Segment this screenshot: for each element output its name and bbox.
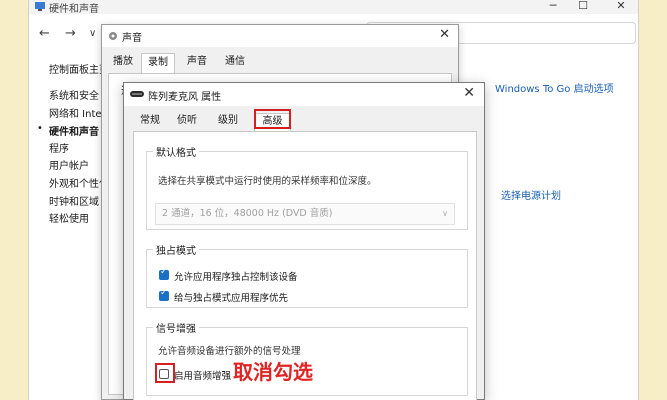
recent-dropdown-icon[interactable]: ∨ bbox=[89, 28, 96, 39]
format-select[interactable]: 2 通道，16 位，48000 Hz (DVD 音质) ∨ bbox=[155, 203, 455, 225]
checkbox-highlight-box bbox=[155, 363, 175, 383]
back-arrow-icon[interactable]: ← bbox=[39, 26, 50, 41]
advanced-tab-highlight-box bbox=[254, 109, 291, 129]
sidebar-item-clock-region[interactable]: 时钟和区域 bbox=[49, 193, 99, 208]
selected-bullet-icon: • bbox=[37, 123, 43, 134]
forward-arrow-icon[interactable]: → bbox=[65, 26, 76, 41]
tab-recording[interactable]: 录制 bbox=[141, 53, 175, 73]
sidebar-item-user-accounts[interactable]: 用户帐户 bbox=[49, 157, 89, 172]
control-panel-title: 硬件和声音 bbox=[49, 4, 99, 15]
allow-exclusive-control-label: 允许应用程序独占控制该设备 bbox=[174, 272, 298, 283]
tab-listen[interactable]: 侦听 bbox=[170, 113, 204, 131]
speaker-icon bbox=[109, 32, 117, 40]
tab-levels[interactable]: 级别 bbox=[211, 113, 245, 131]
signal-enhancement-description: 允许音频设备进行额外的信号处理 bbox=[158, 346, 301, 357]
tab-sounds[interactable]: 声音 bbox=[180, 53, 214, 73]
microphone-icon bbox=[130, 91, 144, 97]
enable-audio-enhancement-label: 启用音频增强 bbox=[174, 371, 232, 382]
sidebar-item-home[interactable]: 控制面板主页 bbox=[49, 61, 109, 76]
signal-enhancement-legend: 信号增强 bbox=[156, 324, 196, 335]
sidebar-item-hardware-sound[interactable]: 硬件和声音 bbox=[49, 123, 99, 138]
exclusive-mode-legend: 独占模式 bbox=[156, 246, 196, 257]
default-format-group: 默认格式 选择在共享模式中运行时使用的采样频率和位深度。 2 通道，16 位，4… bbox=[146, 144, 468, 230]
sound-dialog-title: 声音 bbox=[122, 33, 142, 44]
microphone-properties-dialog: 阵列麦克风 属性 ✕ 常规 侦听 级别 高级 默认格式 选择在共享模式中运行时使… bbox=[123, 82, 485, 400]
sound-close-button[interactable]: ✕ bbox=[439, 27, 450, 42]
sidebar-item-system-security[interactable]: 系统和安全 bbox=[49, 87, 99, 102]
control-panel-titlebar: 硬件和声音 ─ ☐ ✕ bbox=[29, 0, 638, 15]
format-select-value: 2 通道，16 位，48000 Hz (DVD 音质) bbox=[162, 208, 333, 219]
tab-general[interactable]: 常规 bbox=[133, 113, 167, 131]
sidebar-item-appearance[interactable]: 外观和个性化 bbox=[49, 175, 109, 190]
checkbox-checked-icon[interactable] bbox=[159, 267, 169, 280]
power-plan-link[interactable]: 选择电源计划 bbox=[501, 187, 561, 202]
properties-titlebar: 阵列麦克风 属性 ✕ bbox=[124, 83, 484, 106]
chevron-down-icon: ∨ bbox=[442, 209, 448, 218]
windows-to-go-link[interactable]: Windows To Go 启动选项 bbox=[495, 80, 614, 95]
properties-close-button[interactable]: ✕ bbox=[463, 85, 475, 101]
sound-dialog-titlebar: 声音 ✕ bbox=[102, 25, 458, 47]
exclusive-mode-group: 独占模式 允许应用程序独占控制该设备 给与独占模式应用程序优先 bbox=[146, 242, 468, 308]
sidebar-item-programs[interactable]: 程序 bbox=[49, 140, 69, 155]
checkbox-checked-icon[interactable] bbox=[159, 288, 169, 301]
control-panel-icon bbox=[35, 2, 45, 11]
sidebar-item-ease-of-access[interactable]: 轻松使用 bbox=[49, 210, 89, 225]
default-format-legend: 默认格式 bbox=[156, 148, 196, 159]
tab-playback[interactable]: 播放 bbox=[108, 53, 138, 73]
uncheck-annotation: 取消勾选 bbox=[233, 360, 313, 384]
sidebar-item-network[interactable]: 网络和 Inter bbox=[49, 105, 106, 120]
minimize-button[interactable]: ─ bbox=[539, 0, 567, 14]
default-format-description: 选择在共享模式中运行时使用的采样频率和位深度。 bbox=[158, 176, 377, 187]
close-button[interactable]: ✕ bbox=[607, 0, 635, 14]
exclusive-priority-label: 给与独占模式应用程序优先 bbox=[174, 293, 289, 304]
properties-title: 阵列麦克风 属性 bbox=[148, 92, 222, 103]
maximize-button[interactable]: ☐ bbox=[569, 0, 597, 14]
tab-communications[interactable]: 通信 bbox=[218, 53, 252, 73]
